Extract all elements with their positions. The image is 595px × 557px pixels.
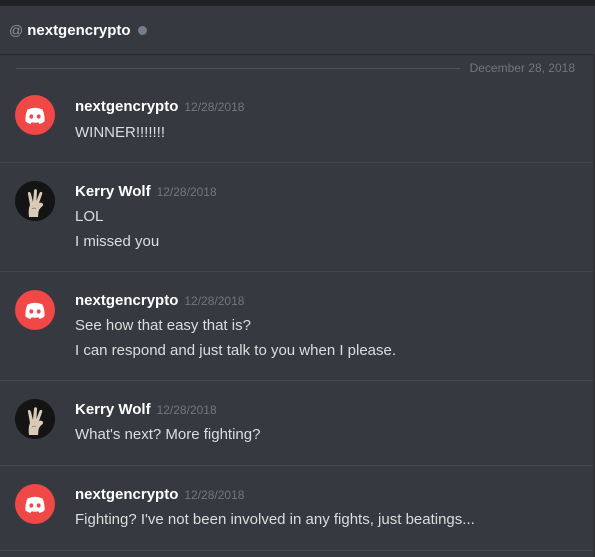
message-divider [0, 550, 595, 551]
message: Kerry Wolf 12/28/2018 LOL I missed you [0, 163, 595, 271]
date-divider-label: December 28, 2018 [469, 61, 575, 75]
message-timestamp: 12/28/2018 [156, 185, 217, 199]
message-timestamp: 12/28/2018 [156, 403, 217, 417]
discord-logo-icon[interactable] [15, 484, 55, 524]
message-author[interactable]: nextgencrypto [75, 292, 178, 309]
message-text: What's next? More fighting? [75, 426, 261, 443]
channel-header: @ nextgencrypto [0, 6, 595, 54]
message-author[interactable]: Kerry Wolf [75, 183, 151, 200]
message-author[interactable]: nextgencrypto [75, 486, 178, 503]
message-timestamp: 12/28/2018 [184, 100, 245, 114]
message-text: I can respond and just talk to you when … [75, 342, 397, 359]
message-text: See how that easy that is? [75, 317, 251, 334]
hand-gesture-avatar[interactable] [15, 181, 55, 221]
message-timestamp: 12/28/2018 [184, 294, 245, 308]
message: nextgencrypto 12/28/2018 WINNER!!!!!!! [0, 84, 595, 162]
offline-status-icon [137, 25, 147, 35]
at-sign-icon: @ [9, 22, 24, 38]
message-text: WINNER!!!!!!! [75, 124, 165, 141]
date-divider-line [16, 67, 460, 69]
message-text: LOL [75, 208, 104, 225]
message: Kerry Wolf 12/28/2018 What's next? More … [0, 381, 595, 465]
date-divider: December 28, 2018 [16, 61, 595, 75]
message: nextgencrypto 12/28/2018 See how that ea… [0, 272, 595, 380]
message-author[interactable]: nextgencrypto [75, 98, 178, 115]
message-text: Fighting? I've not been involved in any … [75, 511, 475, 528]
channel-name[interactable]: nextgencrypto [27, 23, 130, 38]
hand-gesture-avatar[interactable] [15, 399, 55, 439]
message-timestamp: 12/28/2018 [184, 488, 245, 502]
message-text: I missed you [75, 233, 160, 250]
discord-logo-icon[interactable] [15, 290, 55, 330]
discord-logo-icon[interactable] [15, 95, 55, 135]
message-author[interactable]: Kerry Wolf [75, 401, 151, 418]
message: nextgencrypto 12/28/2018 Fighting? I've … [0, 466, 595, 550]
